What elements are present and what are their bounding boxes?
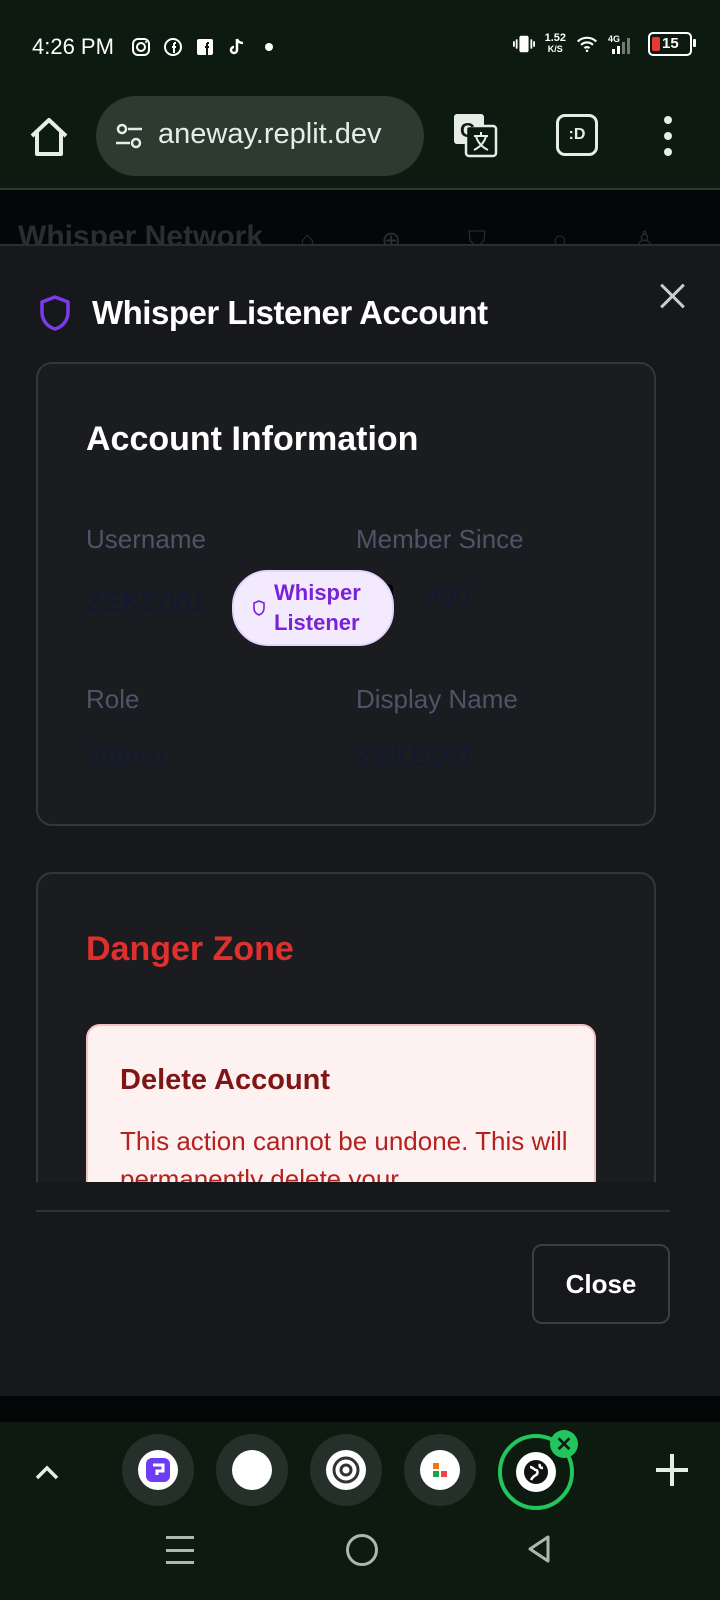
overflow-menu-icon[interactable] — [656, 116, 680, 156]
role-label: Role — [86, 684, 140, 714]
role-value: Admin — [86, 740, 166, 771]
close-icon[interactable] — [658, 282, 686, 310]
url-bar[interactable]: aneway.replit.dev — [96, 96, 424, 176]
badge-label: Whisper Listener — [274, 578, 361, 638]
notification-icons — [130, 36, 280, 58]
battery-level: 15 — [662, 35, 679, 52]
modal-scroll-area[interactable]: Account Information Username ZEKE001 Mem… — [0, 356, 720, 1182]
globe-icon — [516, 1452, 556, 1492]
tab-thumbnail-2[interactable] — [216, 1434, 288, 1506]
url-text[interactable]: aneway.replit.dev — [158, 118, 408, 151]
username-label: Username — [86, 524, 206, 554]
blank-page-icon — [232, 1450, 272, 1490]
tab-switcher-button[interactable]: :D — [556, 114, 598, 156]
display-name-label: Display Name — [356, 684, 518, 714]
danger-zone-card: Danger Zone Delete Account This action c… — [36, 872, 656, 1182]
badge-label-line2: Listener — [274, 610, 360, 635]
new-tab-plus-icon[interactable] — [656, 1454, 688, 1486]
delete-account-title: Delete Account — [120, 1064, 331, 1096]
close-button[interactable]: Close — [532, 1244, 670, 1324]
vibrate-icon — [512, 33, 535, 55]
app-logo-icon — [138, 1450, 178, 1490]
net-speed-value: 1.52 — [544, 32, 566, 44]
colorful-app-icon — [420, 1450, 460, 1490]
status-time: 4:26 PM — [32, 34, 114, 59]
role-badge: Whisper Listener — [232, 570, 394, 646]
account-info-heading: Account Information — [86, 420, 419, 458]
danger-zone-heading: Danger Zone — [86, 930, 294, 968]
close-tab-icon[interactable]: ✕ — [550, 1430, 578, 1458]
status-bar: 4:26 PM 1.52 K/S 4G 15 — [0, 0, 720, 92]
display-name-value: ZEKE001 — [356, 740, 476, 771]
member-since-label: Member Since — [356, 524, 524, 554]
tab-strip: ✕ — [0, 1422, 720, 1522]
battery-icon: 15 — [648, 32, 696, 56]
network-speed: 1.52 K/S — [545, 33, 566, 55]
badge-shield-icon — [253, 600, 265, 616]
system-nav-bar — [0, 1522, 720, 1600]
dot-icon — [258, 36, 280, 58]
translate-icon[interactable]: G — [452, 112, 498, 158]
facebook-square-icon — [194, 36, 216, 58]
system-icons: 1.52 K/S 4G 15 — [512, 32, 696, 56]
shield-icon — [40, 295, 70, 331]
modal-title: Whisper Listener Account — [92, 294, 488, 331]
chevron-up-icon[interactable] — [34, 1460, 60, 1486]
account-info-card: Account Information Username ZEKE001 Mem… — [36, 362, 656, 826]
svg-text:4G: 4G — [608, 34, 620, 44]
tab-thumbnail-active[interactable]: ✕ — [498, 1430, 578, 1510]
tiktok-icon — [226, 36, 248, 58]
nav-home-icon[interactable] — [346, 1534, 378, 1566]
wifi-icon — [576, 33, 598, 55]
tab-thumbnail-1[interactable] — [122, 1434, 194, 1506]
delete-account-box: Delete Account This action cannot be und… — [86, 1024, 596, 1182]
net-speed-unit: K/S — [547, 44, 563, 54]
signal-icon: 4G — [608, 33, 638, 55]
svg-text:G: G — [460, 120, 476, 142]
site-settings-icon[interactable] — [114, 122, 144, 150]
tab-thumbnail-3[interactable] — [310, 1434, 382, 1506]
delete-account-description: This action cannot be undone. This will … — [120, 1126, 568, 1182]
member-since-value: ago — [424, 576, 471, 607]
modal-header: Whisper Listener Account — [38, 294, 488, 332]
badge-label-line1: Whisper — [274, 580, 361, 605]
recents-icon[interactable] — [166, 1536, 194, 1564]
chrome-icon — [326, 1450, 366, 1490]
browser-toolbar: aneway.replit.dev G :D — [0, 92, 720, 190]
account-modal: Whisper Listener Account Account Informa… — [0, 244, 720, 1396]
home-icon[interactable] — [26, 114, 72, 160]
back-icon[interactable] — [524, 1534, 554, 1564]
username-value: ZEKE001 — [86, 586, 206, 617]
instagram-icon — [130, 36, 152, 58]
facebook-icon — [162, 36, 184, 58]
tab-thumbnail-4[interactable] — [404, 1434, 476, 1506]
footer-divider — [36, 1210, 670, 1212]
